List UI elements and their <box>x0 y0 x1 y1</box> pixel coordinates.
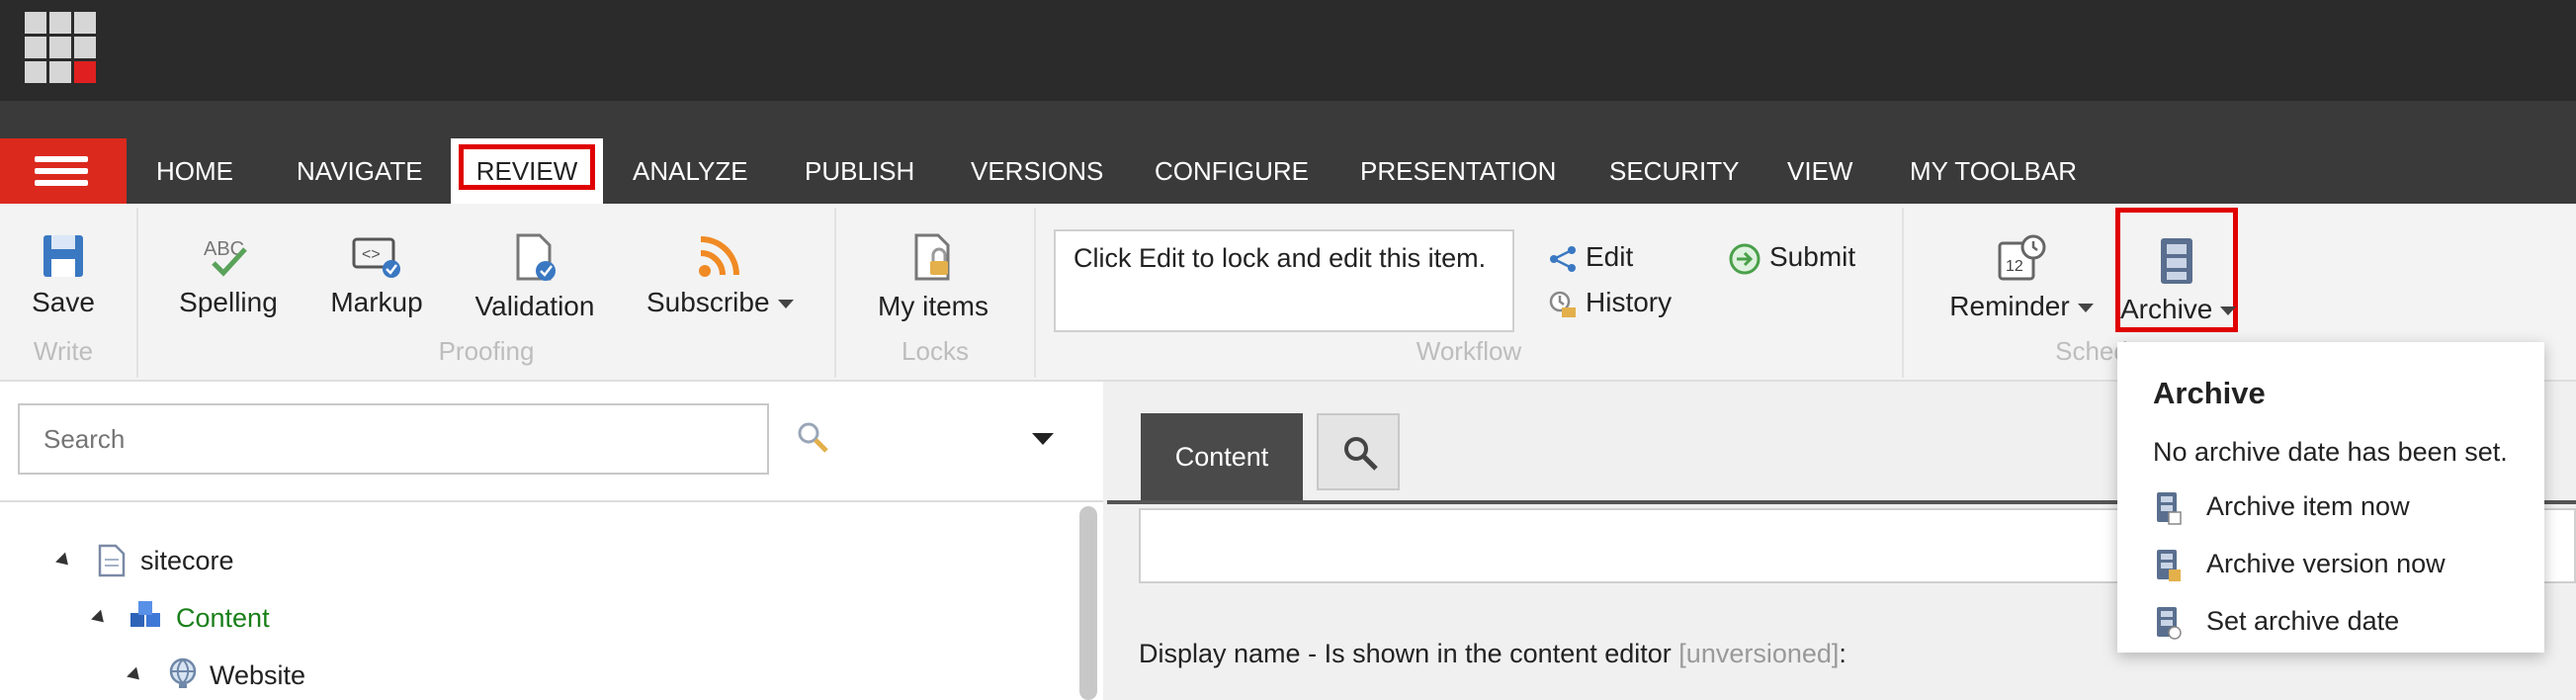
unversioned-note: [unversioned] <box>1678 639 1840 668</box>
save-label: Save <box>32 287 95 317</box>
archive-date-icon <box>2157 607 2182 640</box>
archive-item-now-label: Archive item now <box>2206 491 2410 522</box>
tab-analyze[interactable]: ANALYZE <box>633 138 748 204</box>
submit-label: Submit <box>1769 241 1856 272</box>
markup-label: Markup <box>330 287 423 317</box>
tab-presentation[interactable]: PRESENTATION <box>1360 138 1556 204</box>
archive-version-now-label: Archive version now <box>2206 549 2446 579</box>
submit-button[interactable]: Submit <box>1728 241 1855 276</box>
tree-scrollbar[interactable] <box>1079 506 1097 700</box>
history-button[interactable]: History <box>1548 287 1672 319</box>
content-tab[interactable]: Content <box>1141 413 1303 500</box>
tab-configure[interactable]: CONFIGURE <box>1155 138 1309 204</box>
tab-versions[interactable]: VERSIONS <box>971 138 1103 204</box>
archive-menu-title: Archive <box>2153 376 2266 410</box>
search-icon <box>1344 437 1378 471</box>
my-items-button[interactable]: My items <box>874 233 992 322</box>
save-icon <box>43 235 83 277</box>
search-icon[interactable] <box>795 419 830 455</box>
archive-label: Archive <box>2120 294 2213 324</box>
tab-publish[interactable]: PUBLISH <box>805 138 914 204</box>
document-icon <box>98 544 126 577</box>
tab-review[interactable]: REVIEW <box>451 138 603 204</box>
archive-version-icon <box>2157 550 2181 581</box>
reminder-button[interactable]: 12 Reminder <box>1943 233 2100 322</box>
group-label-locks: Locks <box>902 336 969 366</box>
tab-home[interactable]: HOME <box>156 138 233 204</box>
colon: : <box>1839 639 1846 668</box>
tree-item-website[interactable]: Website <box>210 660 305 691</box>
reminder-label: Reminder <box>1949 291 2070 321</box>
tree-item-sitecore[interactable]: sitecore <box>140 546 234 576</box>
svg-text:12: 12 <box>2006 258 2023 275</box>
tab-view[interactable]: VIEW <box>1787 138 1852 204</box>
spelling-label: Spelling <box>179 287 278 317</box>
rss-icon <box>699 236 739 277</box>
tab-navigate[interactable]: NAVIGATE <box>297 138 423 204</box>
validation-label: Validation <box>474 291 595 321</box>
archive-icon <box>2161 238 2192 284</box>
group-label-workflow: Workflow <box>1416 336 1522 366</box>
display-name-text: Display name - Is shown in the content e… <box>1139 639 1672 668</box>
search-input[interactable] <box>18 403 769 475</box>
markup-button[interactable]: <> Markup <box>322 233 431 318</box>
divider <box>0 500 1103 502</box>
subscribe-button[interactable]: Subscribe <box>646 233 794 318</box>
my-items-label: My items <box>878 291 988 321</box>
archive-button[interactable]: Archive <box>2115 208 2238 332</box>
submit-icon <box>1729 243 1760 275</box>
chevron-down-icon <box>2077 304 2094 313</box>
reminder-icon: 12 <box>1998 234 2046 281</box>
edit-workflow-icon <box>1550 245 1576 272</box>
edit-button[interactable]: Edit <box>1548 241 1633 274</box>
validation-icon <box>516 233 556 281</box>
tree-item-content[interactable]: Content <box>176 603 270 634</box>
display-name-label: Display name - Is shown in the content e… <box>1139 639 1846 669</box>
set-archive-date[interactable]: Set archive date <box>2153 605 2399 641</box>
archive-item-now[interactable]: Archive item now <box>2153 490 2410 526</box>
history-label: History <box>1586 287 1673 317</box>
menu-icon[interactable] <box>0 138 127 204</box>
group-label-proofing: Proofing <box>438 336 535 366</box>
tab-security[interactable]: SECURITY <box>1609 138 1739 204</box>
history-icon <box>1549 291 1576 317</box>
workflow-status-text: Click Edit to lock and edit this item. <box>1054 229 1514 332</box>
chevron-down-icon <box>2220 306 2237 316</box>
group-label-write: Write <box>33 336 94 366</box>
archive-version-now[interactable]: Archive version now <box>2153 548 2446 583</box>
svg-text:<>: <> <box>362 246 381 263</box>
group-divider <box>1902 208 1904 378</box>
tab-my-toolbar[interactable]: MY TOOLBAR <box>1910 138 2077 204</box>
content-cubes-icon <box>130 601 160 627</box>
set-archive-date-label: Set archive date <box>2206 606 2400 637</box>
tab-review-label: REVIEW <box>475 156 578 186</box>
search-options-dropdown[interactable] <box>1032 433 1054 445</box>
spelling-icon: ABC <box>204 238 247 277</box>
validation-button[interactable]: Validation <box>471 233 599 322</box>
spelling-button[interactable]: ABC Spelling <box>174 233 283 318</box>
top-bar <box>0 0 2576 101</box>
markup-icon: <> <box>352 237 400 278</box>
chevron-down-icon <box>777 300 794 309</box>
edit-label: Edit <box>1586 241 1634 272</box>
subscribe-label: Subscribe <box>646 287 770 317</box>
globe-icon <box>169 657 197 688</box>
editor-search-button[interactable] <box>1317 413 1400 490</box>
save-button[interactable]: Save <box>24 233 103 318</box>
archive-menu-subtitle: No archive date has been set. <box>2153 437 2508 467</box>
archive-item-icon <box>2157 492 2182 525</box>
my-items-icon <box>914 233 950 281</box>
launchpad-icon[interactable] <box>25 12 96 83</box>
